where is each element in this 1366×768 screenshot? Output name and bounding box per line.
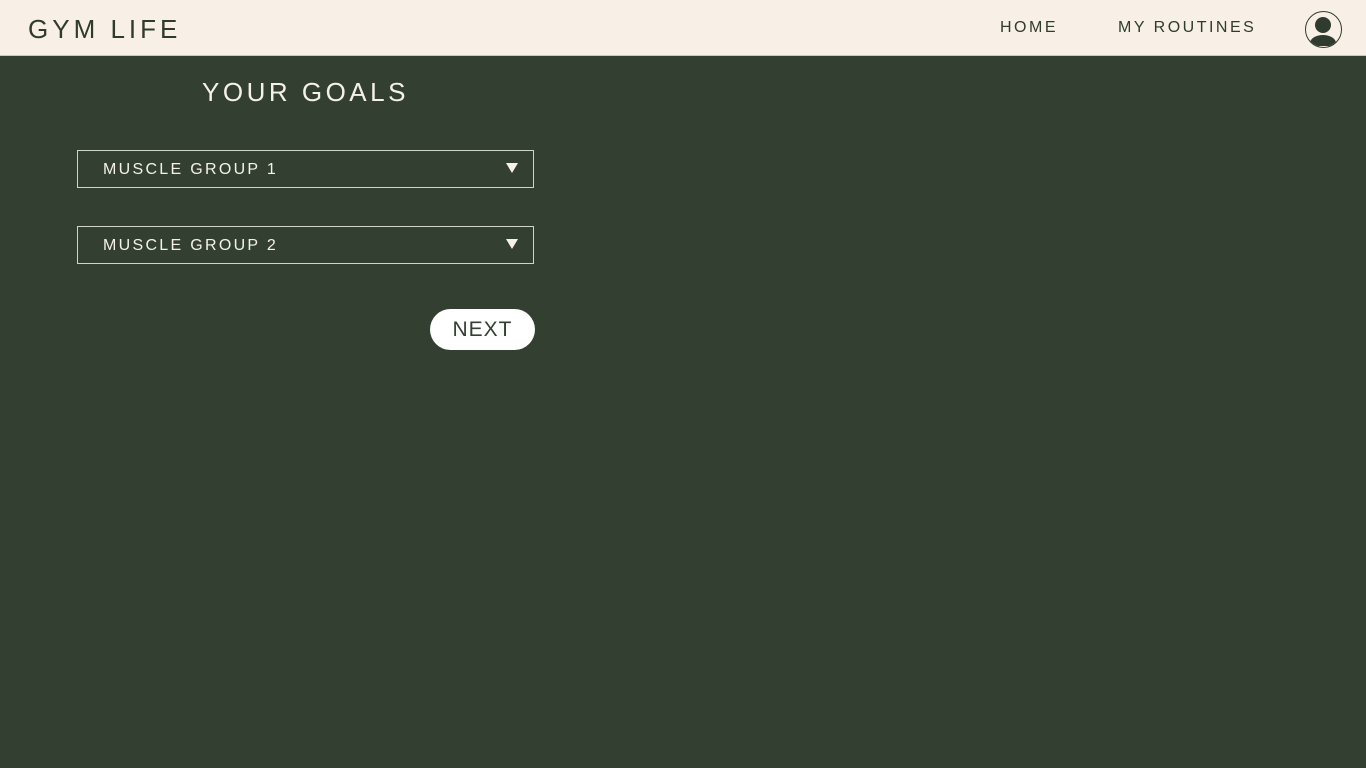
muscle-group-2-value: MUSCLE GROUP 2	[103, 237, 279, 254]
brand-logo-text[interactable]: GYM LIFE	[28, 14, 181, 45]
user-avatar-icon	[1310, 17, 1336, 46]
nav-home-link[interactable]: HOME	[1000, 19, 1058, 37]
page-title: YOUR GOALS	[202, 77, 409, 107]
dropdown-arrow-icon	[506, 163, 518, 173]
muscle-group-1-select[interactable]: MUSCLE GROUP 1	[77, 150, 534, 188]
user-avatar-button[interactable]	[1305, 11, 1342, 48]
muscle-group-2-select[interactable]: MUSCLE GROUP 2	[77, 226, 534, 264]
next-button[interactable]: NEXT	[430, 309, 535, 350]
dropdown-arrow-icon	[506, 239, 518, 249]
nav-my-routines-link[interactable]: MY ROUTINES	[1118, 19, 1256, 37]
top-navigation-bar: GYM LIFE HOME MY ROUTINES	[0, 0, 1366, 56]
muscle-group-1-value: MUSCLE GROUP 1	[103, 161, 279, 178]
